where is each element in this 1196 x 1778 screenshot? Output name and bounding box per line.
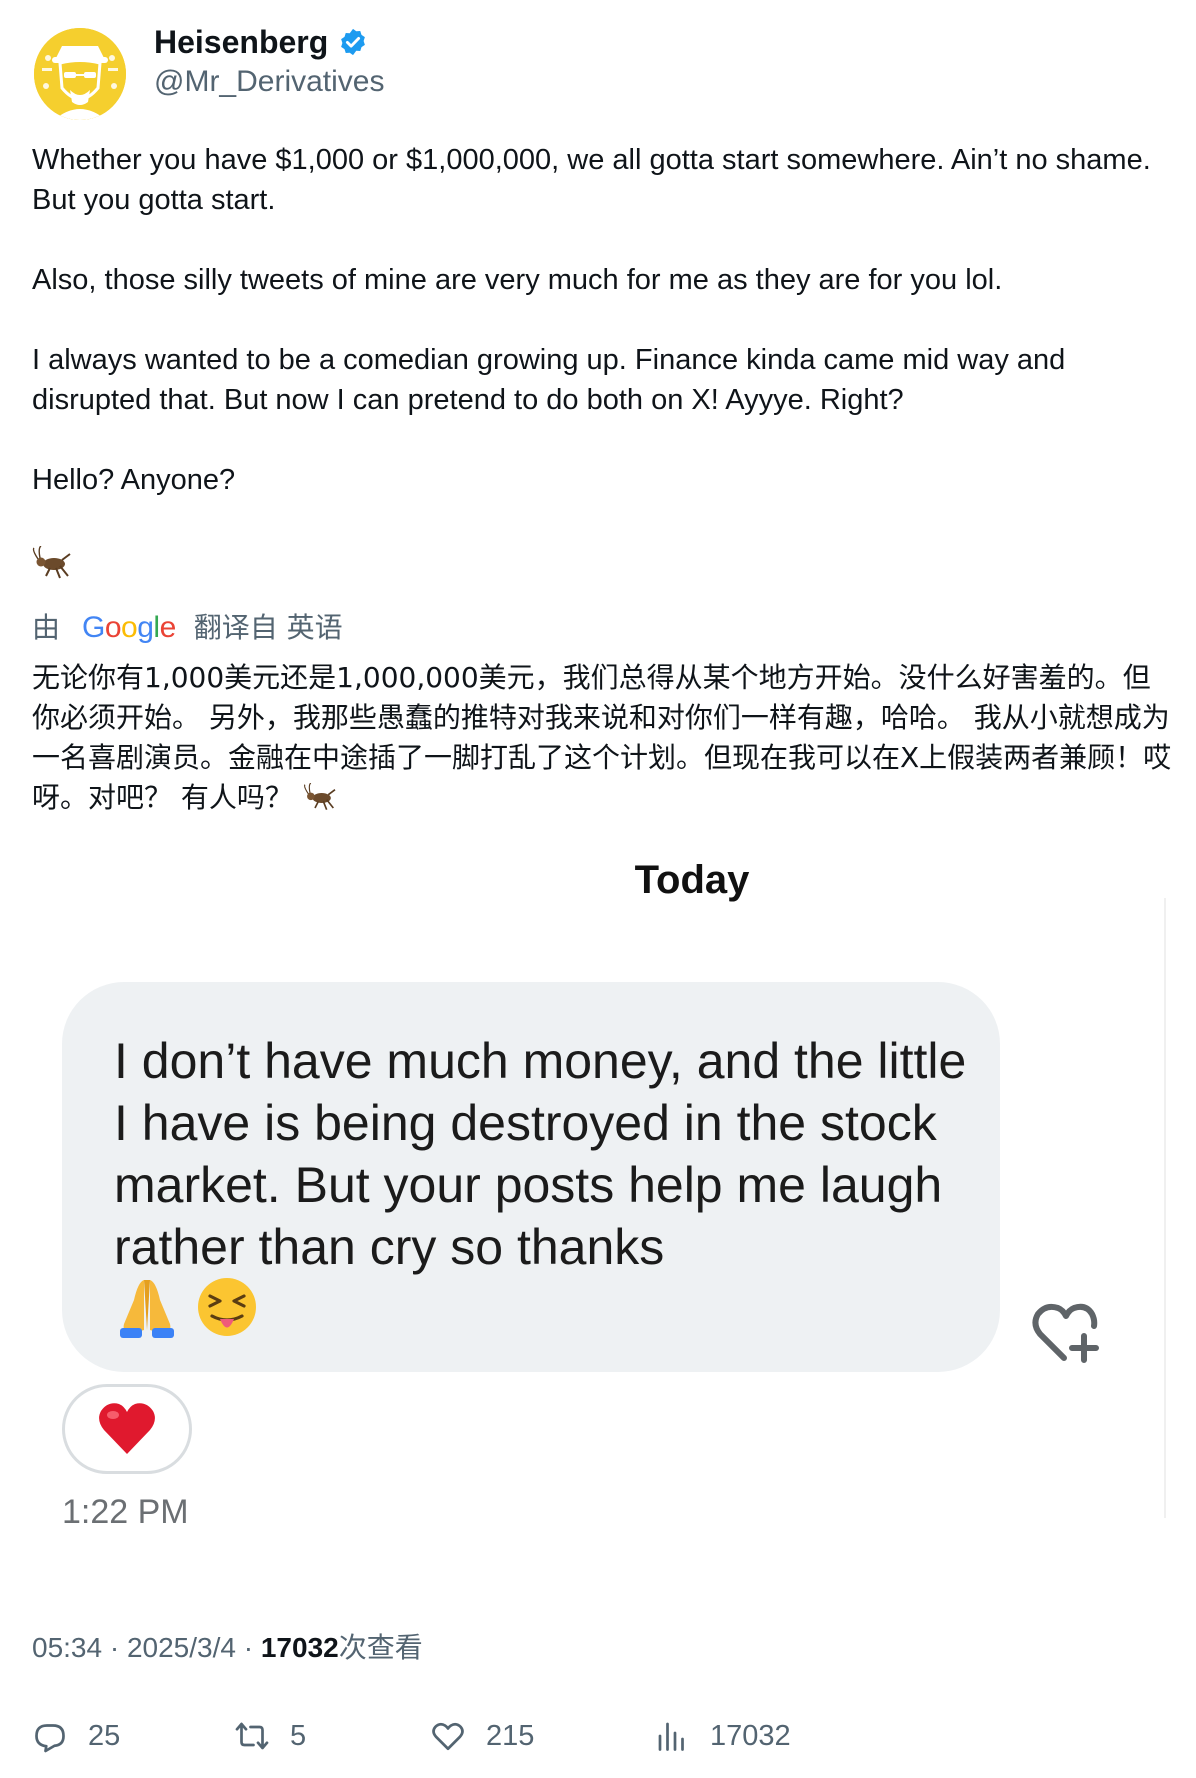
heart-icon: [432, 1722, 464, 1751]
author-handle[interactable]: @Mr_Derivatives: [154, 62, 385, 102]
translated-text-block: 无论你有1,000美元还是1,000,000美元，我们总得从某个地方开始。没什么…: [32, 658, 1172, 818]
message-time: 1:22 PM: [62, 1493, 189, 1531]
views-label: 次查看: [338, 1631, 423, 1664]
like-count: 215: [486, 1720, 535, 1752]
repost-icon: [235, 1722, 269, 1750]
views-button[interactable]: 17032: [654, 1712, 791, 1760]
views-count: 17032: [260, 1632, 339, 1663]
reply-icon: [35, 1724, 65, 1753]
cricket-icon: [32, 546, 71, 579]
author-name[interactable]: Heisenberg: [154, 22, 328, 62]
tweet-text: Whether you have $1,000 or $1,000,000, w…: [32, 144, 1151, 496]
tweet-meta[interactable]: 05:34 · 2025/3/4 · 17032次查看: [32, 1628, 423, 1668]
tweet-time[interactable]: 05:34: [32, 1632, 102, 1663]
reply-count: 25: [88, 1720, 121, 1752]
message-text: I don’t have much money, and the little …: [114, 1033, 967, 1275]
repost-count: 5: [290, 1720, 307, 1752]
message-emojis: [114, 1274, 260, 1340]
translated-text: 无论你有1,000美元还是1,000,000美元，我们总得从某个地方开始。没什么…: [32, 661, 1172, 814]
translation-suffix: 翻译自 英语: [193, 611, 343, 644]
meta-separator: ·: [235, 1632, 261, 1663]
squinting-tongue-face-icon: [198, 1278, 256, 1336]
tweet-date[interactable]: 2025/3/4: [127, 1632, 236, 1663]
embedded-message-screenshot[interactable]: Today I don’t have much money, and the l…: [32, 850, 1172, 1550]
google-logo-icon: Google: [82, 611, 176, 644]
translation-prefix: 由: [32, 611, 61, 644]
author-name-row[interactable]: Heisenberg: [154, 22, 368, 62]
cricket-icon: [303, 783, 336, 810]
like-button[interactable]: 215: [430, 1712, 534, 1760]
avatar[interactable]: [34, 28, 126, 120]
action-bar: 25 5 215 17032: [32, 1712, 1172, 1760]
red-heart-icon: [99, 1403, 155, 1454]
verified-badge-icon: [341, 28, 366, 56]
screenshot-edge: [1164, 898, 1166, 1518]
add-reaction-icon[interactable]: [1032, 1302, 1102, 1364]
folded-hands-icon: [120, 1280, 174, 1338]
meta-separator: ·: [102, 1632, 127, 1663]
views-action-count: 17032: [710, 1720, 791, 1752]
heisenberg-avatar-icon: [34, 28, 126, 120]
reply-button[interactable]: 25: [32, 1712, 120, 1760]
day-label: Today: [634, 858, 750, 902]
translation-attribution[interactable]: 由 Google 翻译自 英语: [32, 608, 343, 648]
repost-button[interactable]: 5: [234, 1712, 306, 1760]
analytics-icon: [658, 1722, 684, 1751]
heart-reaction: [62, 1384, 192, 1474]
